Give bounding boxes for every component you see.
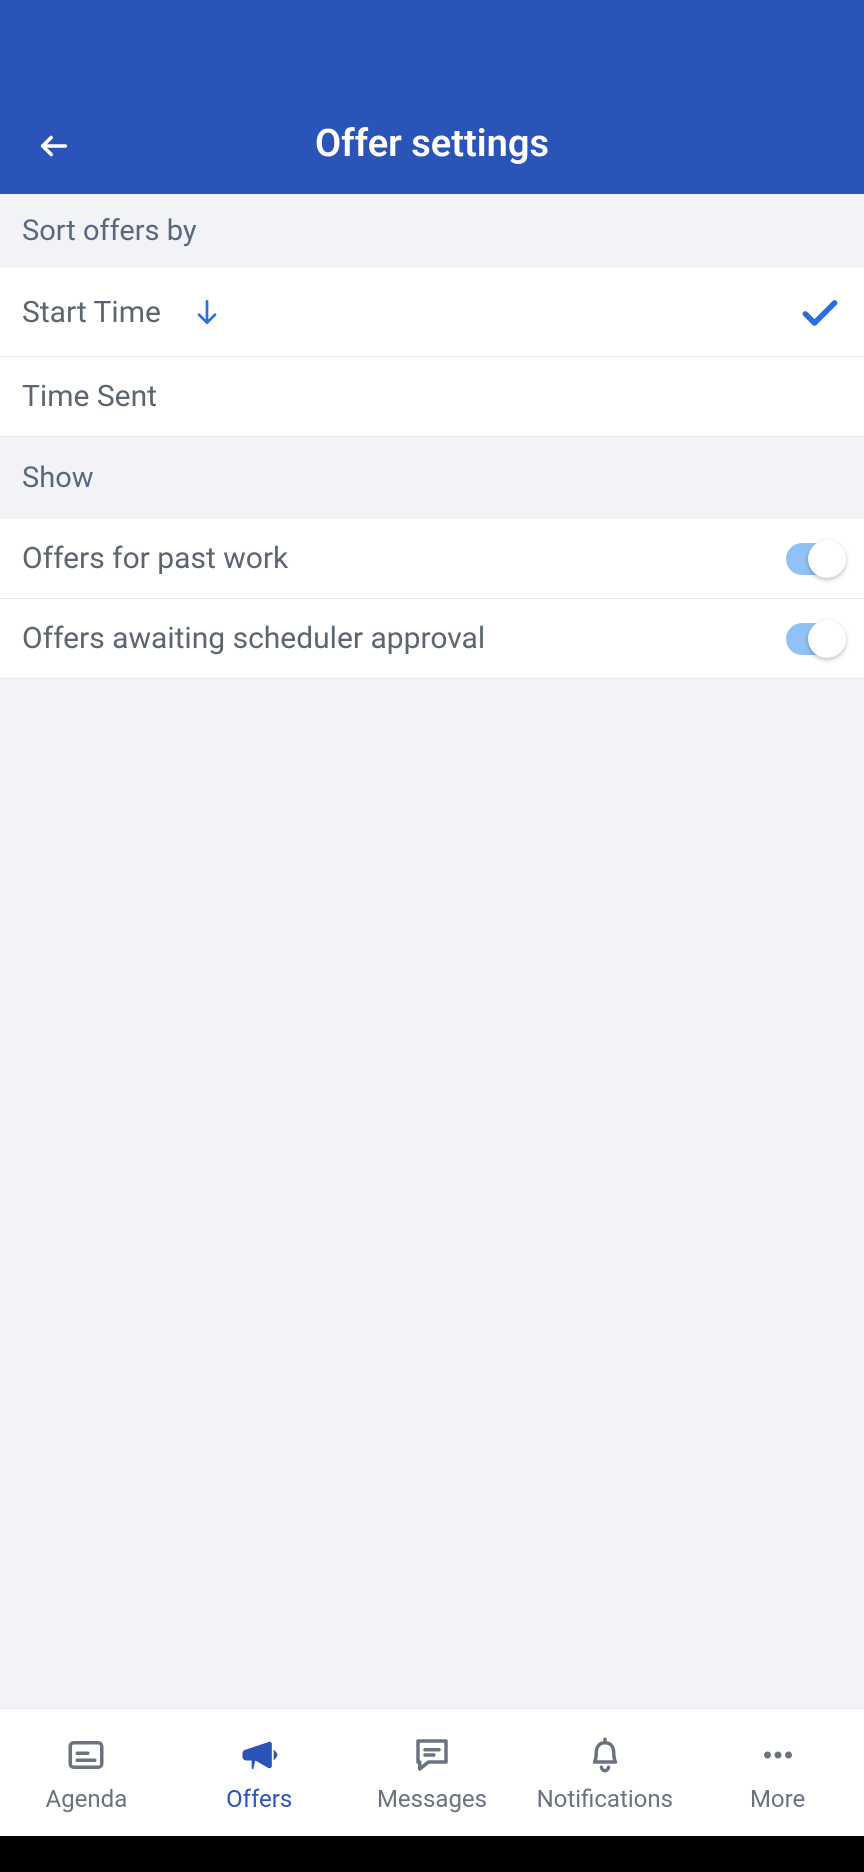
- megaphone-icon: [237, 1733, 281, 1777]
- toggle-label: Offers for past work: [22, 541, 288, 576]
- nav-agenda[interactable]: Agenda: [0, 1709, 173, 1836]
- toggle-past-work[interactable]: [786, 543, 842, 575]
- page-title: Offer settings: [0, 122, 864, 166]
- nav-messages[interactable]: Messages: [346, 1709, 519, 1836]
- sort-option-start-time[interactable]: Start Time: [0, 268, 864, 357]
- toggle-label: Offers awaiting scheduler approval: [22, 621, 485, 656]
- toggle-past-work-row: Offers for past work: [0, 519, 864, 599]
- sort-option-label: Start Time: [22, 295, 161, 330]
- arrow-down-icon: [191, 296, 223, 328]
- bell-icon: [584, 1733, 626, 1777]
- home-indicator-bar: [0, 1836, 864, 1872]
- nav-label: Agenda: [46, 1785, 128, 1813]
- bottom-nav: Agenda Offers Messages: [0, 1708, 864, 1836]
- sort-option-label: Time Sent: [22, 379, 157, 414]
- nav-more[interactable]: More: [691, 1709, 864, 1836]
- arrow-left-icon: [37, 129, 71, 163]
- checkmark-icon: [798, 290, 842, 334]
- toggle-knob: [808, 620, 846, 658]
- agenda-icon: [65, 1733, 107, 1777]
- sort-section-header: Sort offers by: [0, 194, 864, 268]
- nav-label: More: [750, 1785, 805, 1813]
- more-icon: [757, 1733, 799, 1777]
- message-icon: [411, 1733, 453, 1777]
- nav-label: Offers: [226, 1785, 292, 1813]
- nav-notifications[interactable]: Notifications: [518, 1709, 691, 1836]
- nav-label: Notifications: [537, 1785, 673, 1813]
- toggle-awaiting-approval-row: Offers awaiting scheduler approval: [0, 599, 864, 679]
- sort-option-time-sent[interactable]: Time Sent: [0, 357, 864, 437]
- toggle-awaiting-approval[interactable]: [786, 623, 842, 655]
- back-button[interactable]: [34, 126, 74, 166]
- show-section-header: Show: [0, 437, 864, 519]
- nav-label: Messages: [377, 1785, 487, 1813]
- app-header: Offer settings: [0, 0, 864, 194]
- toggle-knob: [808, 540, 846, 578]
- content-area: Sort offers by Start Time Time Sent Show…: [0, 194, 864, 1708]
- nav-offers[interactable]: Offers: [173, 1709, 346, 1836]
